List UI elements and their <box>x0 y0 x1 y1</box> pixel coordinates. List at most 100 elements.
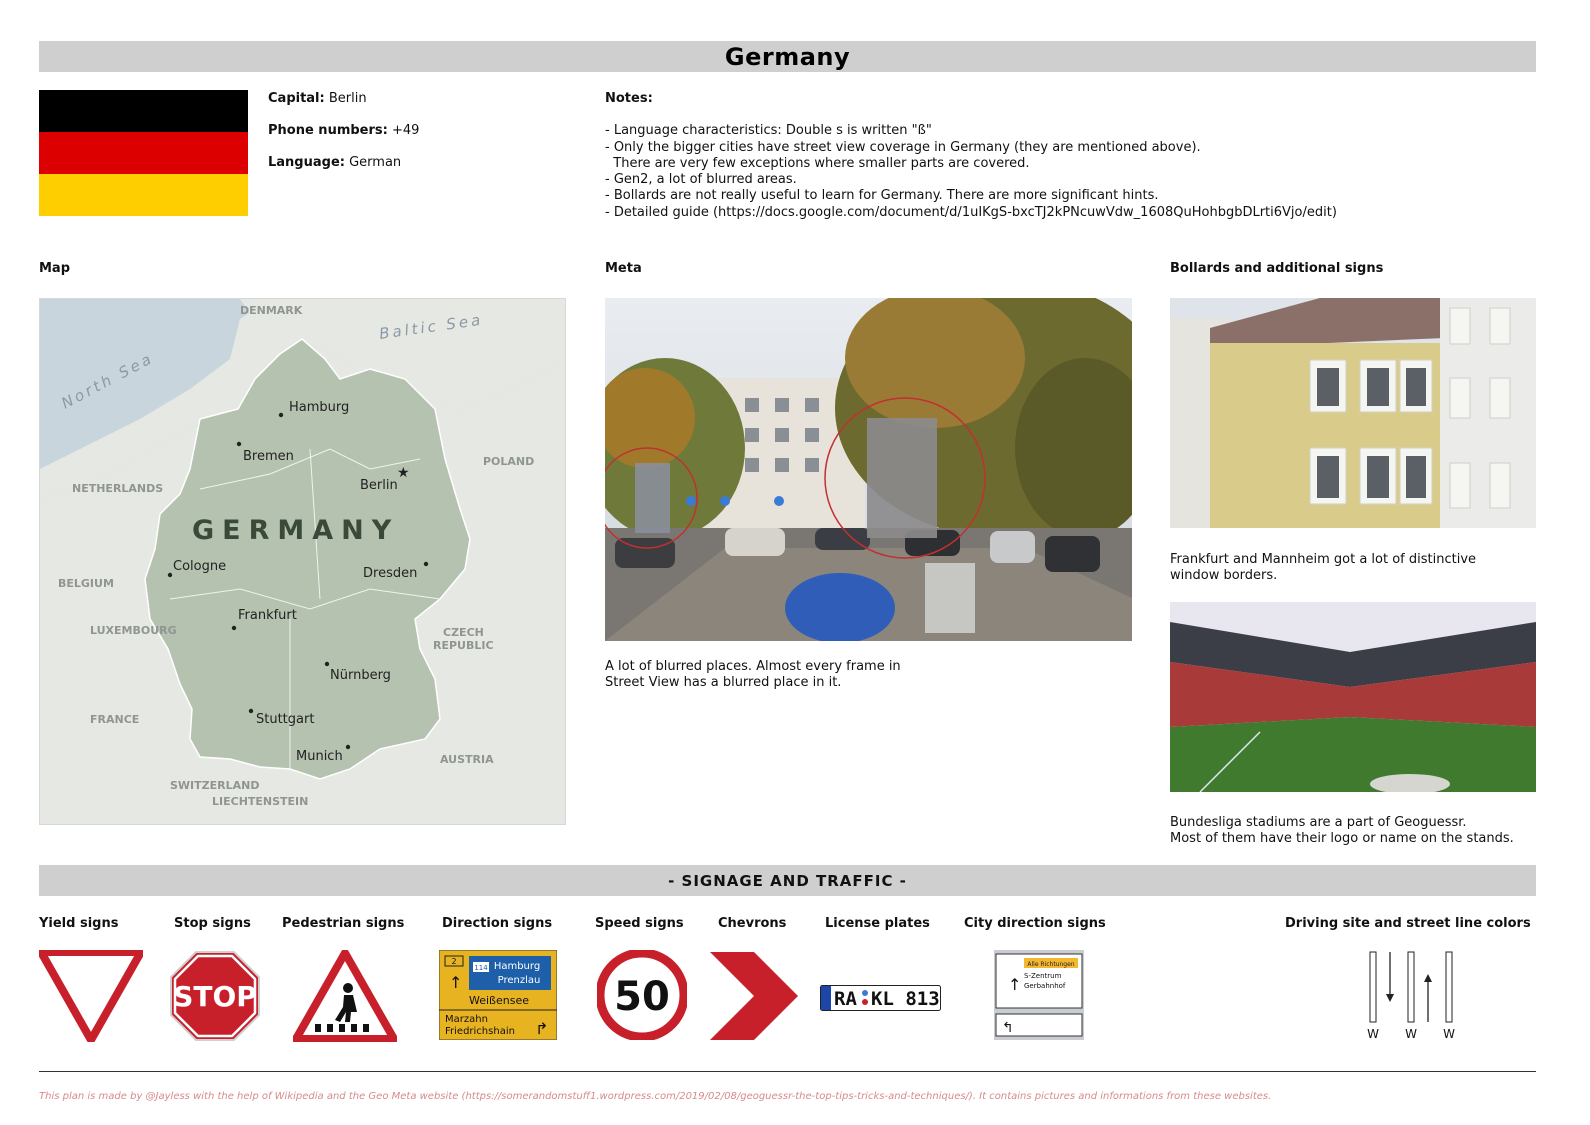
map-label-neighbor: POLAND <box>483 455 534 468</box>
language-row: Language: German <box>268 155 419 171</box>
map-city-label: Nürnberg <box>330 668 391 683</box>
note-line: - Language characteristics: Double s is … <box>605 123 932 139</box>
phone-label: Phone numbers: <box>268 123 388 138</box>
line-color-label: W <box>1367 1027 1379 1041</box>
map-city-label: Munich <box>296 749 343 764</box>
language-value: German <box>349 155 402 170</box>
car <box>785 573 895 641</box>
capital-label: Capital: <box>268 91 325 106</box>
direction-city: Friedrichshain <box>445 1026 515 1037</box>
star-icon: ★ <box>397 465 410 481</box>
plate-right: KL 8136 <box>871 988 941 1010</box>
notes-title: Notes: <box>605 91 653 106</box>
map-city-label: Stuttgart <box>256 712 314 727</box>
caption-line: Most of them have their logo or name on … <box>1170 831 1514 847</box>
signage-header: - SIGNAGE AND TRAFFIC - <box>39 865 1536 896</box>
direction-city: Hamburg <box>494 961 540 972</box>
map-label-neighbor: FRANCE <box>90 713 139 726</box>
pedestrian-label: Pedestrian signs <box>282 916 405 931</box>
title-bar: Germany <box>39 41 1536 72</box>
flag-stripe-gold <box>39 174 248 216</box>
stadium-image <box>1170 602 1536 792</box>
city-dot <box>231 625 237 631</box>
caption-line: window borders. <box>1170 568 1278 584</box>
stop-sign-icon: STOP <box>169 950 261 1046</box>
note-line: - Detailed guide (https://docs.google.co… <box>605 204 1337 220</box>
map-label-neighbor: REPUBLIC <box>433 639 494 652</box>
plate-left: RA <box>834 988 857 1010</box>
car <box>815 528 870 550</box>
language-label: Language: <box>268 155 345 170</box>
license-plate-icon: RA KL 8136 <box>820 985 951 1015</box>
city-dot <box>324 661 330 667</box>
stop-text: STOP <box>173 980 257 1013</box>
city-dot <box>278 412 284 418</box>
bollards-caption: Frankfurt and Mannheim got a lot of dist… <box>1170 552 1476 585</box>
germany-flag <box>39 90 248 216</box>
map-city-label: Hamburg <box>289 400 349 415</box>
city-sign-line: S-Zentrum <box>1024 972 1062 980</box>
map-label-neighbor: LUXEMBOURG <box>90 624 177 637</box>
speed-value: 50 <box>614 974 670 1020</box>
utility-box <box>925 563 975 633</box>
chevrons-label: Chevrons <box>718 916 787 931</box>
map-city-label: Cologne <box>173 559 226 574</box>
phone-value: +49 <box>391 123 420 138</box>
map-city-label: Dresden <box>363 566 417 581</box>
chevron-sign-icon <box>710 950 800 1046</box>
footer-divider <box>39 1071 1536 1072</box>
capital-value: Berlin <box>328 91 367 106</box>
window-borders-image <box>1170 298 1536 528</box>
caption-line: Bundesliga stadiums are a part of Geogue… <box>1170 815 1467 830</box>
flag-stripe-black <box>39 90 248 132</box>
marker-dot <box>774 496 784 506</box>
footer-credit: This plan is made by @Jayless with the h… <box>39 1091 1272 1102</box>
car <box>1045 536 1100 572</box>
marker-dot <box>686 496 696 506</box>
speed-label: Speed signs <box>595 916 684 931</box>
pedestrian-sign-icon <box>292 949 398 1046</box>
yield-sign-icon <box>37 948 145 1046</box>
capital-row: Capital: Berlin <box>268 91 419 107</box>
meta-heading: Meta <box>605 261 642 276</box>
direction-sign-icon: 2 114 Hamburg Prenzlau ↑ Weißensee Marza… <box>438 949 558 1044</box>
note-line: - Bollards are not really useful to lear… <box>605 188 1159 204</box>
caption-line: Street View has a blurred place in it. <box>605 675 842 691</box>
country-info: Capital: Berlin Phone numbers: +49 Langu… <box>268 91 419 187</box>
arrow-up-icon: ↑ <box>1008 975 1021 994</box>
arrow-turn-icon: ↰ <box>1002 1020 1014 1036</box>
driving-label: Driving site and street line colors <box>1285 916 1531 931</box>
city-dot <box>345 744 351 750</box>
arrow-up-icon: ↑ <box>449 973 462 992</box>
germany-map: North Sea Baltic Sea DENMARK POLAND NETH… <box>39 298 566 825</box>
map-city-label: Frankfurt <box>238 608 297 623</box>
note-line: - Only the bigger cities have street vie… <box>605 139 1201 155</box>
car <box>725 528 785 556</box>
meta-streetview-image <box>605 298 1132 641</box>
car <box>990 531 1035 563</box>
map-label-neighbor: DENMARK <box>240 304 303 317</box>
map-label-neighbor: BELGIUM <box>58 577 114 590</box>
stop-label: Stop signs <box>174 916 251 931</box>
map-label-neighbor: CZECH <box>443 626 484 639</box>
note-line: - Gen2, a lot of blurred areas. <box>605 172 797 188</box>
note-line: There are very few exceptions where smal… <box>605 155 1030 171</box>
direction-route: 2 <box>451 957 456 966</box>
notes: Notes: - Language characteristics: Doubl… <box>605 91 1525 221</box>
city-direction-sign-icon: Alle Richtungen ↑ S-Zentrum Gerbahnhof ↰ <box>994 950 1084 1044</box>
signage-title: - SIGNAGE AND TRAFFIC - <box>668 871 907 890</box>
bollards-heading: Bollards and additional signs <box>1170 261 1384 276</box>
caption-line: A lot of blurred places. Almost every fr… <box>605 659 901 674</box>
map-label-country: GERMANY <box>192 515 399 546</box>
arrow-right-icon: ↱ <box>535 1019 548 1038</box>
page-title: Germany <box>724 42 851 71</box>
marker-dot <box>720 496 730 506</box>
blurred-area <box>867 418 937 538</box>
map-heading: Map <box>39 261 71 276</box>
city-sign-line: Gerbahnhof <box>1024 982 1066 990</box>
caption-line: Frankfurt and Mannheim got a lot of dist… <box>1170 552 1477 567</box>
speed-sign-icon: 50 <box>595 948 689 1044</box>
city-sign-top: Alle Richtungen <box>1027 961 1074 968</box>
direction-road: 114 <box>474 964 488 972</box>
direction-city: Marzahn <box>445 1014 488 1025</box>
